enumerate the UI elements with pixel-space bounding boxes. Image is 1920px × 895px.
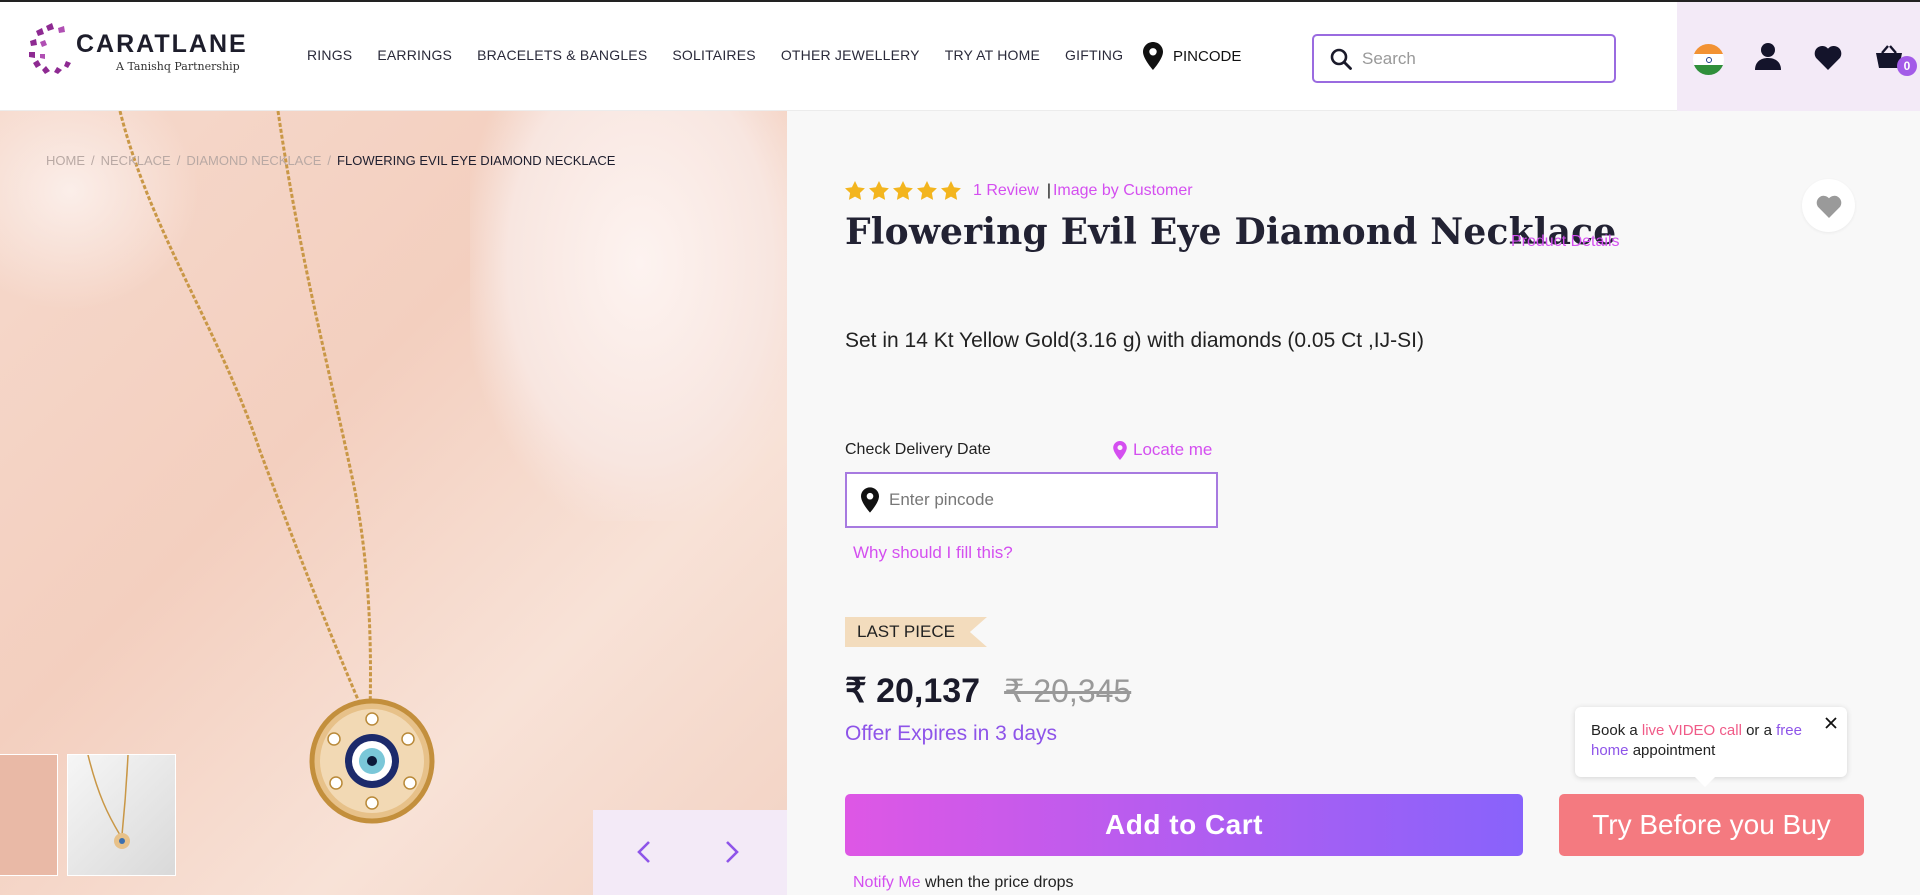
nav-other-jewellery[interactable]: OTHER JEWELLERY: [781, 47, 920, 63]
gallery-thumbnail-2[interactable]: [67, 754, 176, 876]
price-row: ₹ 20,137 ₹ 20,345: [845, 671, 1131, 711]
breadcrumb-separator: /: [91, 153, 95, 168]
tooltip-text-3: appointment: [1628, 742, 1716, 759]
gallery-nav: [593, 810, 787, 895]
nav-try-at-home[interactable]: TRY AT HOME: [945, 47, 1040, 63]
breadcrumb-separator: /: [176, 153, 181, 168]
cart-count-badge: 0: [1897, 56, 1917, 76]
product-image-gallery[interactable]: HOME / NECKLACE / DIAMOND NECKLACE / FLOWER…: [0, 111, 787, 895]
nav-earrings[interactable]: EARRINGS: [377, 47, 452, 63]
price-drop-notify: Notify Me when the price drops: [853, 874, 1074, 892]
breadcrumb-diamond-necklace[interactable]: DIAMOND NECKLACE: [186, 153, 321, 168]
logo-subtitle: A Tanishq Partnership: [116, 60, 240, 73]
search-box[interactable]: [1312, 34, 1616, 83]
search-input[interactable]: [1362, 48, 1592, 69]
original-price: ₹ 20,345: [1004, 673, 1132, 709]
nav-gifting[interactable]: GIFTING: [1065, 47, 1123, 63]
sale-price: ₹ 20,137: [845, 672, 981, 710]
live-video-call-link[interactable]: live VIDEO call: [1642, 722, 1742, 739]
breadcrumb-separator: /: [327, 153, 332, 168]
location-pin-icon: [1113, 440, 1127, 460]
chevron-left-icon: [637, 841, 650, 863]
user-account-icon[interactable]: [1755, 42, 1781, 70]
close-icon[interactable]: [1823, 715, 1839, 731]
star-icon: [869, 181, 889, 200]
gallery-prev-button[interactable]: [626, 834, 662, 870]
rating-row: 1 Review | Image by Customer: [845, 181, 1193, 200]
star-rating: [845, 181, 961, 200]
nav-rings[interactable]: RINGS: [307, 47, 352, 63]
breadcrumb-necklace[interactable]: NECKLACE: [101, 153, 171, 168]
site-header: CARATLANE A Tanishq Partnership RINGS EA…: [0, 0, 1920, 111]
breadcrumb-home[interactable]: HOME: [46, 153, 85, 168]
appointment-tooltip: Book a live VIDEO call or a free home ap…: [1575, 707, 1847, 787]
pincode-label: PINCODE: [1173, 47, 1242, 65]
pincode-input-box[interactable]: [845, 472, 1218, 528]
tooltip-text-1: Book a: [1591, 722, 1642, 739]
main-nav: RINGS EARRINGS BRACELETS & BANGLES SOLIT…: [307, 47, 1148, 63]
thumbnail-necklace-icon: [87, 754, 130, 849]
star-icon: [845, 181, 865, 200]
breadcrumb: HOME / NECKLACE / DIAMOND NECKLACE / FLOWER…: [46, 153, 615, 168]
logo-text: CARATLANE: [76, 30, 248, 58]
add-to-cart-button[interactable]: Add to Cart: [845, 794, 1523, 856]
heart-icon: [1816, 195, 1841, 218]
wishlist-heart-icon[interactable]: [1814, 44, 1842, 70]
breadcrumb-current: FLOWERING EVIL EYE DIAMOND NECKLACE: [337, 153, 616, 168]
location-pin-icon: [1143, 42, 1163, 70]
product-spec: Set in 14 Kt Yellow Gold(3.16 g) with di…: [845, 329, 1424, 352]
locate-me-label: Locate me: [1133, 440, 1213, 459]
star-icon: [941, 181, 961, 200]
why-fill-link[interactable]: Why should I fill this?: [853, 543, 1013, 563]
notify-me-link[interactable]: Notify Me: [853, 874, 921, 891]
gallery-thumbnail-1[interactable]: [0, 754, 58, 876]
image-by-customer-link[interactable]: Image by Customer: [1053, 182, 1193, 200]
gallery-next-button[interactable]: [714, 834, 750, 870]
product-wishlist-button[interactable]: [1802, 179, 1855, 232]
product-details-link[interactable]: Product Details: [1511, 233, 1620, 251]
nav-solitaires[interactable]: SOLITAIRES: [672, 47, 755, 63]
notify-text: when the price drops: [920, 874, 1074, 891]
pincode-input[interactable]: [889, 490, 1189, 510]
nav-bracelets-bangles[interactable]: BRACELETS & BANGLES: [477, 47, 647, 63]
tooltip-text-2: or a: [1741, 722, 1777, 739]
location-pin-icon: [861, 487, 879, 513]
header-utilities: 0: [1677, 2, 1920, 111]
delivery-label: Check Delivery Date: [845, 441, 991, 458]
caratlane-logo[interactable]: CARATLANE A Tanishq Partnership: [26, 22, 246, 78]
product-title: Flowering Evil Eye Diamond Necklace: [845, 211, 1617, 253]
search-icon: [1330, 48, 1352, 70]
star-icon: [893, 181, 913, 200]
star-icon: [917, 181, 937, 200]
india-flag-icon[interactable]: [1693, 44, 1724, 75]
pincode-selector[interactable]: PINCODE: [1143, 42, 1241, 70]
offer-expiry: Offer Expires in 3 days: [845, 722, 1058, 745]
try-before-you-buy-button[interactable]: Try Before you Buy: [1559, 794, 1864, 856]
reviews-link[interactable]: 1 Review: [973, 182, 1039, 200]
locate-me-link[interactable]: Locate me: [1113, 440, 1212, 460]
rating-separator: |: [1046, 181, 1051, 199]
logo-mark-icon: [29, 23, 71, 74]
chevron-right-icon: [726, 841, 739, 863]
last-piece-badge: LAST PIECE: [845, 617, 987, 647]
